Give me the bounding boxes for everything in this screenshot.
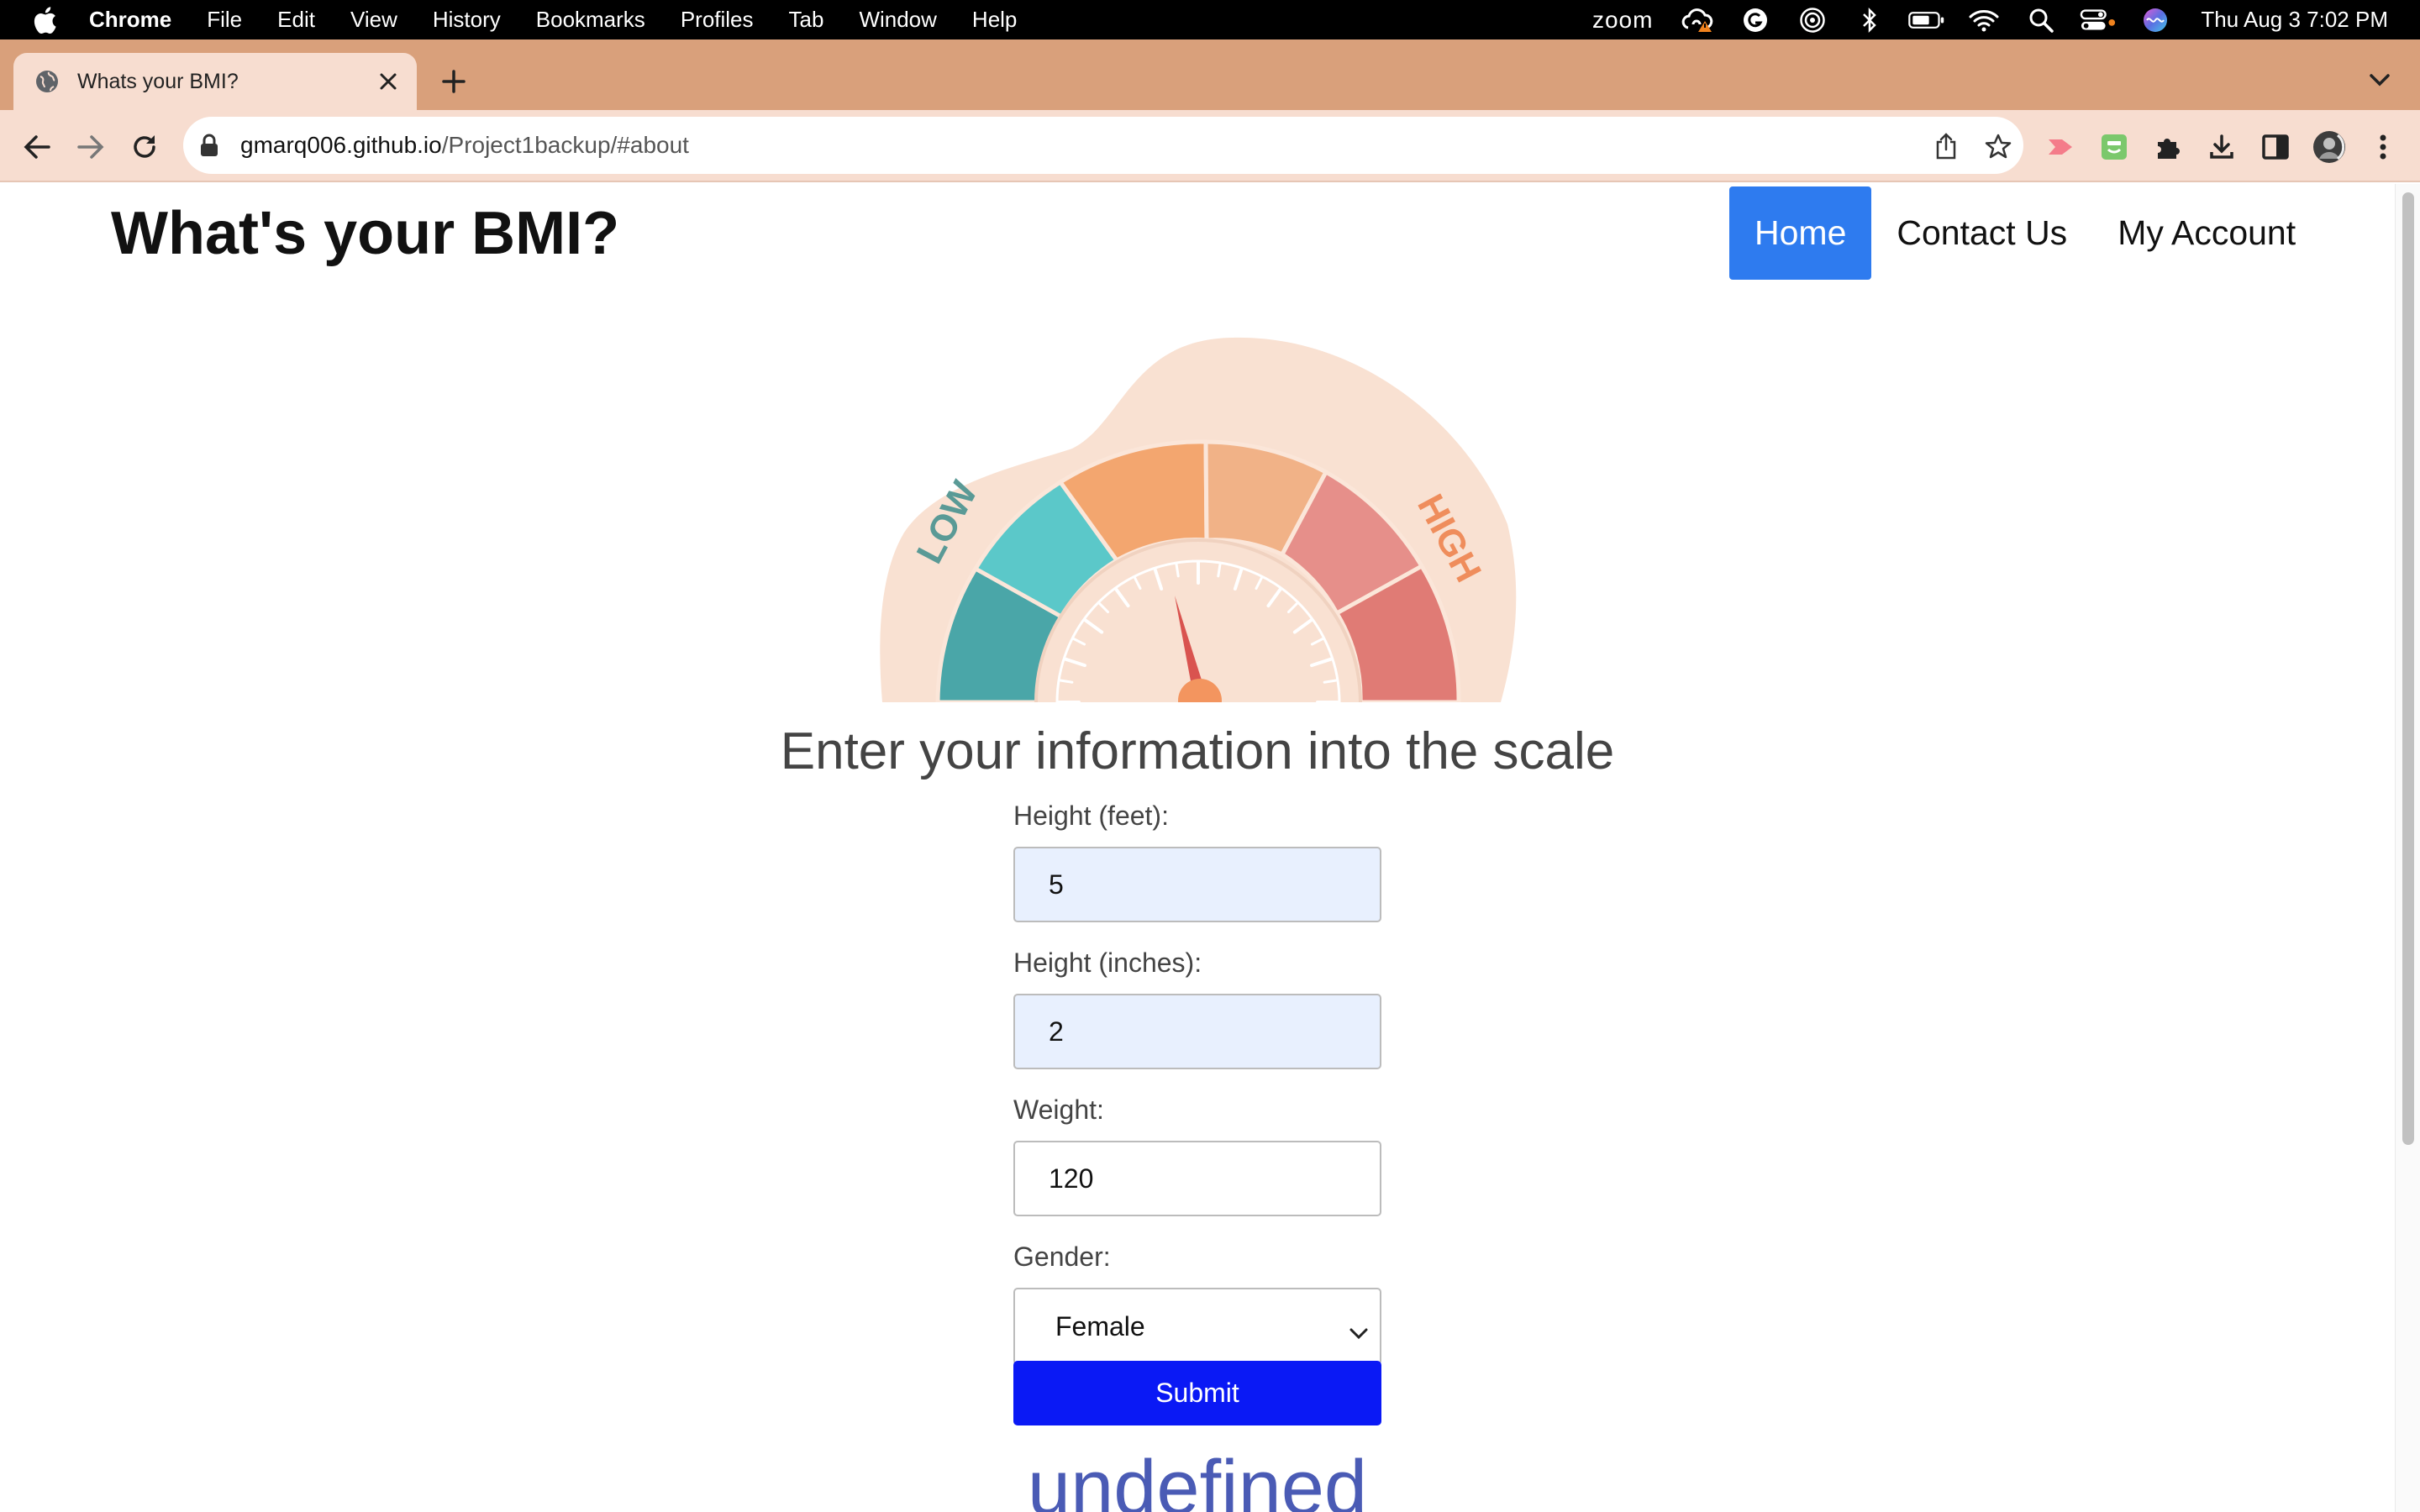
height-feet-group: Height (feet): 5	[1013, 801, 1381, 922]
bmi-gauge-illustration: LOW HIGH	[880, 337, 1517, 702]
tab-title: Whats your BMI?	[77, 69, 239, 93]
grammar-extension-icon[interactable]	[2096, 129, 2133, 165]
side-panel-icon[interactable]	[2257, 129, 2294, 165]
menu-edit[interactable]: Edit	[277, 7, 315, 33]
siri-icon[interactable]	[2137, 7, 2174, 34]
spotlight-search-icon[interactable]	[2023, 7, 2060, 34]
share-icon[interactable]	[1931, 131, 1961, 161]
web-page: What's your BMI? Home Contact Us My Acco…	[0, 184, 2420, 1512]
height-feet-label: Height (feet):	[1013, 801, 1169, 831]
menu-chrome[interactable]: Chrome	[89, 7, 171, 33]
height-inches-input[interactable]: 2	[1013, 994, 1381, 1069]
menu-bar-clock[interactable]: Thu Aug 3 7:02 PM	[2201, 7, 2388, 33]
extensions-puzzle-icon[interactable]	[2149, 129, 2186, 165]
bluetooth-icon[interactable]	[1851, 7, 1888, 34]
site-title: What's your BMI?	[111, 200, 620, 267]
gender-select-value: Female	[1055, 1310, 1145, 1341]
download-icon[interactable]	[2203, 129, 2240, 165]
zoom-status-item[interactable]: zoom	[1592, 7, 1653, 34]
nav-account-link[interactable]: My Account	[2092, 186, 2321, 280]
apple-logo-icon[interactable]	[32, 6, 57, 34]
menu-help[interactable]: Help	[972, 7, 1017, 33]
bmi-result-text: undefined	[1027, 1445, 1368, 1512]
height-feet-input[interactable]: 5	[1013, 847, 1381, 922]
url-path: /Project1backup/#about	[441, 132, 689, 158]
menu-profiles[interactable]: Profiles	[681, 7, 754, 33]
weight-input[interactable]: 120	[1013, 1141, 1381, 1216]
forward-arrow-icon[interactable]	[72, 129, 109, 165]
chevron-down-icon	[1348, 1318, 1370, 1340]
more-options-kebab-icon[interactable]	[2365, 129, 2402, 165]
height-inches-label: Height (inches):	[1013, 948, 1202, 978]
browser-toolbar: gmarq006.github.io/Project1backup/#about	[0, 110, 2420, 182]
browser-tab-active[interactable]: Whats your BMI?	[13, 53, 417, 110]
bookmark-star-icon[interactable]	[1983, 131, 2013, 161]
scrollbar-thumb[interactable]	[2402, 192, 2414, 1145]
macos-menu-bar: Chrome File Edit View History Bookmarks …	[0, 0, 2420, 39]
submit-button[interactable]: Submit	[1013, 1361, 1381, 1425]
url-text[interactable]: gmarq006.github.io/Project1backup/#about	[240, 132, 689, 159]
close-tab-icon[interactable]	[376, 70, 400, 93]
menu-window[interactable]: Window	[859, 7, 936, 33]
menu-file[interactable]: File	[207, 7, 242, 33]
battery-icon[interactable]	[1908, 7, 1945, 34]
profile-avatar[interactable]	[2311, 129, 2348, 165]
page-scrollbar[interactable]	[2395, 184, 2420, 1512]
nav-home-link[interactable]: Home	[1729, 186, 1872, 280]
globe-icon	[35, 70, 59, 93]
weight-group: Weight: 120	[1013, 1095, 1381, 1216]
menu-view[interactable]: View	[350, 7, 397, 33]
reload-icon[interactable]	[126, 129, 163, 165]
address-bar[interactable]: gmarq006.github.io/Project1backup/#about	[183, 117, 2023, 174]
video-extension-icon[interactable]	[2042, 129, 2079, 165]
lock-icon[interactable]	[200, 134, 220, 157]
creative-cloud-icon[interactable]	[1680, 7, 1717, 34]
back-arrow-icon[interactable]	[18, 129, 55, 165]
tab-search-chevron-down-icon[interactable]	[2365, 65, 2395, 95]
browser-tab-strip: Whats your BMI?	[0, 39, 2420, 110]
new-tab-button[interactable]	[437, 65, 471, 98]
airdrop-icon[interactable]	[1794, 7, 1831, 34]
nav-contact-link[interactable]: Contact Us	[1871, 186, 2092, 280]
wifi-icon[interactable]	[1965, 7, 2002, 34]
control-center-icon[interactable]	[2080, 7, 2117, 34]
height-inches-group: Height (inches): 2	[1013, 948, 1381, 1069]
form-heading: Enter your information into the scale	[780, 722, 1615, 780]
grammarly-icon[interactable]	[1737, 7, 1774, 34]
menu-tab[interactable]: Tab	[789, 7, 824, 33]
gender-select[interactable]: Female	[1013, 1288, 1381, 1365]
url-host: gmarq006.github.io	[240, 132, 442, 158]
site-nav: Home Contact Us My Account	[1729, 186, 2321, 280]
menu-bookmarks[interactable]: Bookmarks	[536, 7, 645, 33]
bmi-form: Height (feet): 5 Height (inches): 2 Weig…	[1013, 801, 1381, 1390]
gender-group: Gender: Female	[1013, 1242, 1381, 1365]
gender-label: Gender:	[1013, 1242, 1111, 1272]
menu-history[interactable]: History	[433, 7, 501, 33]
weight-label: Weight:	[1013, 1095, 1104, 1125]
